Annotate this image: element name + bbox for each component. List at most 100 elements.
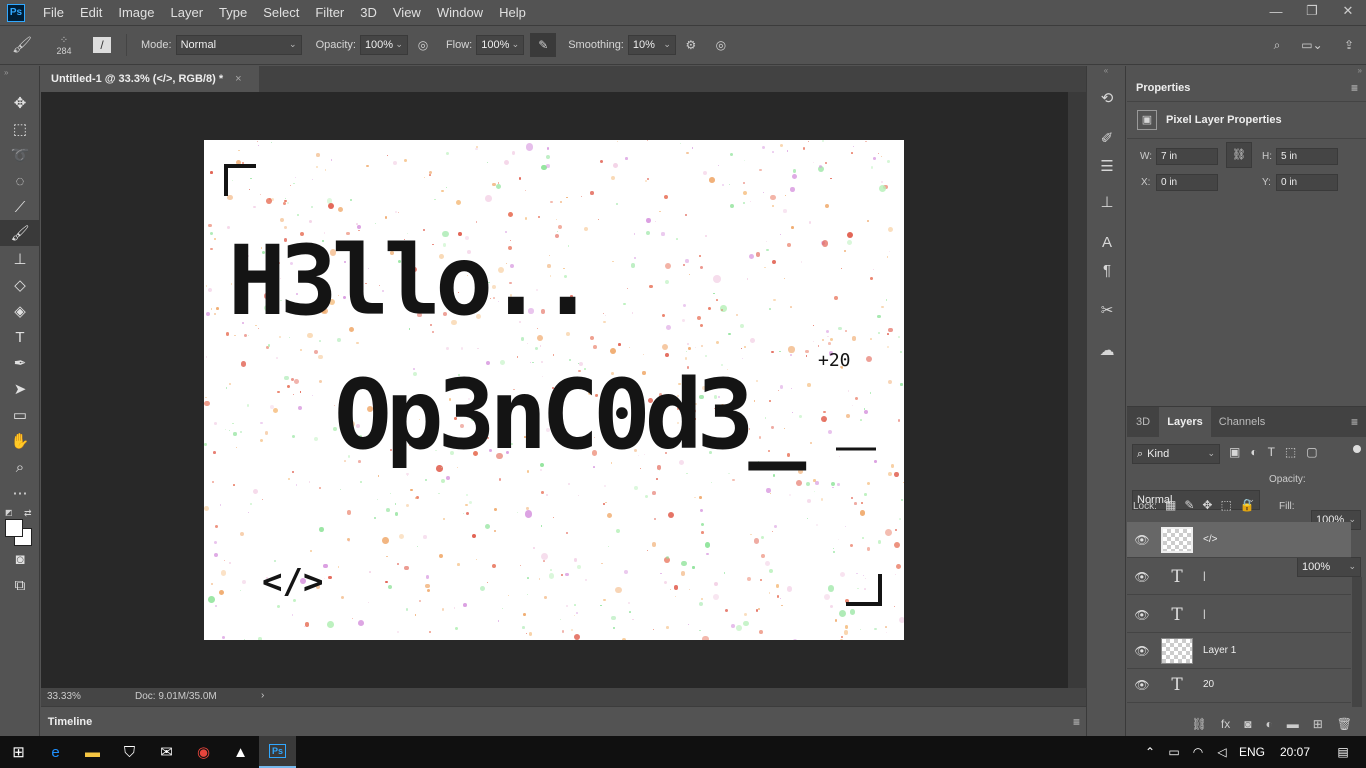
notifications-icon[interactable]: ▤ (1320, 745, 1366, 759)
wifi-icon[interactable]: ◠ (1186, 745, 1210, 759)
airbrush-icon[interactable]: ✎ (530, 33, 557, 57)
mode-select[interactable]: Normal ⌄ (175, 35, 302, 55)
h-field[interactable]: 5 in (1276, 148, 1338, 165)
menu-view[interactable]: View (385, 0, 429, 25)
menu-window[interactable]: Window (429, 0, 491, 25)
edge-icon[interactable]: e (37, 736, 74, 768)
menu-filter[interactable]: Filter (307, 0, 352, 25)
type-tool-icon[interactable]: T (0, 324, 40, 350)
timeline-tab[interactable]: Timeline (41, 707, 99, 737)
brush-tool-icon[interactable]: 🖌 (0, 220, 40, 246)
tools-icon[interactable]: ✂ (1087, 296, 1127, 324)
pressure-opacity-icon[interactable]: ◎ (408, 33, 438, 57)
zoom-tool-icon[interactable]: ⌕ (0, 454, 40, 480)
menu-edit[interactable]: Edit (72, 0, 110, 25)
character-icon[interactable]: A (1087, 228, 1127, 256)
brush-tool-preset-icon[interactable]: 🖌 (0, 33, 44, 57)
minimize-button[interactable]: — (1258, 0, 1294, 22)
eyedropper-tool-icon[interactable]: ⟋ (0, 194, 40, 220)
trash-icon[interactable]: 🗑 (1337, 717, 1352, 731)
eye-icon[interactable]: 👁 (1127, 644, 1157, 658)
foreground-color-swatch[interactable] (5, 519, 23, 537)
smoothing-field[interactable]: 10% ⌄ (627, 35, 676, 55)
w-field[interactable]: 7 in (1156, 148, 1218, 165)
paint-bucket-tool-icon[interactable]: ◈ (0, 298, 40, 324)
history-icon[interactable]: ⟲ (1087, 84, 1127, 112)
mail-icon[interactable]: ✉ (148, 736, 185, 768)
menu-type[interactable]: Type (211, 0, 255, 25)
screen-mode-icon[interactable]: ⧉ (0, 572, 40, 598)
layer-filter-kind[interactable]: ⌕ Kind ⌄ (1132, 444, 1220, 464)
properties-title[interactable]: Properties (1136, 82, 1190, 94)
battery-icon[interactable]: ▭ (1162, 745, 1186, 759)
more-tools-icon[interactable]: ⋯ (0, 480, 40, 506)
eye-icon[interactable]: 👁 (1127, 678, 1157, 692)
hand-tool-icon[interactable]: ✋ (0, 428, 40, 454)
file-explorer-icon[interactable]: ▬ (74, 736, 111, 768)
panel-menu-icon[interactable]: ≡ (1351, 81, 1358, 95)
chevron-right-icon[interactable]: › (261, 690, 264, 701)
zoom-level[interactable]: 33.33% (47, 691, 81, 702)
adjustments-icon[interactable]: ☰ (1087, 152, 1127, 180)
layer-row[interactable]: 👁 T 20 (1127, 667, 1351, 703)
layer-row[interactable]: 👁 </> (1127, 522, 1351, 558)
swap-colors-icon[interactable]: ⇄ (24, 508, 32, 519)
eye-icon[interactable]: 👁 (1127, 608, 1157, 622)
default-colors-icon[interactable]: ◩ (5, 508, 13, 517)
volume-icon[interactable]: ◁ (1210, 745, 1234, 759)
menu-select[interactable]: Select (255, 0, 307, 25)
close-tab-icon[interactable]: × (235, 73, 241, 85)
rectangle-tool-icon[interactable]: ▭ (0, 402, 40, 428)
vertical-scrollbar[interactable] (1068, 92, 1086, 688)
search-icon[interactable]: ⌕ (1262, 33, 1292, 57)
language-indicator[interactable]: ENG (1234, 745, 1270, 759)
adjustment-layer-icon[interactable]: ◐ (1265, 717, 1272, 731)
close-button[interactable]: ✕ (1330, 0, 1366, 22)
y-field[interactable]: 0 in (1276, 174, 1338, 191)
fx-icon[interactable]: fx (1221, 717, 1230, 731)
eye-icon[interactable]: 👁 (1127, 533, 1157, 547)
gear-icon[interactable]: ⚙ (676, 33, 706, 57)
x-field[interactable]: 0 in (1156, 174, 1218, 191)
panel-menu-icon[interactable]: ≡ (1351, 415, 1358, 429)
stamp-tool-icon[interactable]: ⊥ (0, 246, 40, 272)
color-swatches[interactable]: ◩ ⇄ (0, 506, 39, 546)
layer-row[interactable]: 👁 T | (1127, 597, 1351, 633)
layer-row[interactable]: 👁 T | (1127, 559, 1351, 595)
new-layer-icon[interactable]: ⊞ (1313, 717, 1323, 731)
menu-image[interactable]: Image (110, 0, 162, 25)
menu-help[interactable]: Help (491, 0, 534, 25)
brush-size-picker[interactable]: ⁘ 284 (44, 33, 84, 57)
lasso-tool-icon[interactable]: ➰ (0, 142, 40, 168)
clock[interactable]: 20:07 (1270, 745, 1320, 759)
collapse-icon[interactable]: » (1127, 66, 1366, 76)
tab-channels[interactable]: Channels (1211, 407, 1273, 437)
artboard[interactable]: H3llo.. Op3nC0d3_ +20 </> (204, 140, 904, 640)
eraser-tool-icon[interactable]: ◇ (0, 272, 40, 298)
photoshop-taskbar-icon[interactable]: Ps (259, 736, 296, 768)
chevron-up-icon[interactable]: ⌃ (1138, 745, 1162, 759)
quick-mask-icon[interactable]: ◙ (0, 546, 40, 572)
add-mask-icon[interactable]: ◙ (1244, 717, 1251, 731)
clone-source-icon[interactable]: ⊥ (1087, 188, 1127, 216)
panel-menu-icon[interactable]: ≡ (1073, 715, 1080, 729)
path-select-tool-icon[interactable]: ➤ (0, 376, 40, 402)
collapse-icon[interactable]: « (1087, 66, 1125, 84)
brush-settings-icon[interactable]: ✐ (1087, 124, 1127, 152)
pen-tool-icon[interactable]: ✒ (0, 350, 40, 376)
lock-icons[interactable]: ▦✎✥⬚🔒 (1165, 498, 1263, 512)
filter-toggle-icon[interactable] (1353, 445, 1361, 453)
windows-start-icon[interactable]: ⊞ (0, 736, 37, 768)
layers-scrollbar[interactable] (1352, 577, 1362, 707)
link-icon[interactable]: ⛓ (1226, 142, 1252, 168)
layer-filter-icons[interactable]: ▣◐T⬚▢ (1229, 445, 1328, 459)
link-layers-icon[interactable]: ⛓ (1192, 717, 1207, 731)
quick-select-tool-icon[interactable]: ◌ (0, 168, 40, 194)
layer-row[interactable]: 👁 Layer 1 (1127, 633, 1351, 669)
paragraph-icon[interactable]: ¶ (1087, 256, 1127, 284)
chrome-icon[interactable]: ◉ (185, 736, 222, 768)
restore-button[interactable]: ❐ (1294, 0, 1330, 22)
menu-3d[interactable]: 3D (352, 0, 385, 25)
pressure-size-icon[interactable]: ◎ (706, 33, 736, 57)
document-tab[interactable]: Untitled-1 @ 33.3% (</>, RGB/8) * × (41, 66, 259, 92)
